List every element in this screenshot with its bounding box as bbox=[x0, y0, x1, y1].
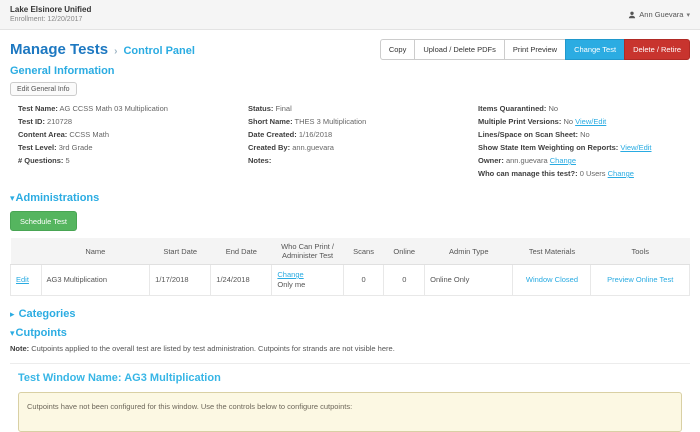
field-test-level: Test Level: 3rd Grade bbox=[18, 141, 248, 154]
breadcrumb-control-panel[interactable]: Control Panel bbox=[123, 45, 195, 57]
page-header: Manage Tests › Control Panel Copy Upload… bbox=[10, 39, 690, 60]
field-num-questions: # Questions: 5 bbox=[18, 154, 248, 167]
view-edit-weighting-link[interactable]: View/Edit bbox=[620, 143, 651, 152]
col-edit bbox=[11, 238, 42, 265]
administrations-section-toggle[interactable]: ▾Administrations bbox=[10, 192, 690, 204]
schedule-test-button[interactable]: Schedule Test bbox=[10, 211, 77, 231]
field-state-item-weighting: Show State Item Weighting on Reports: Vi… bbox=[478, 141, 690, 154]
field-date-created: Date Created: 1/16/2018 bbox=[248, 128, 478, 141]
col-who-can-print: Who Can Print / Administer Test bbox=[272, 238, 343, 265]
general-info-col2: Status: Final Short Name: THES 3 Multipl… bbox=[248, 102, 478, 180]
change-who-can-print-link[interactable]: Change bbox=[277, 270, 303, 279]
field-lines-space-scan-sheet: Lines/Space on Scan Sheet: No bbox=[478, 128, 690, 141]
administrations-table-header-row: Name Start Date End Date Who Can Print /… bbox=[11, 238, 690, 265]
breadcrumb: Manage Tests › Control Panel bbox=[10, 41, 195, 58]
district-info: Lake Elsinore Unified Enrollment: 12/20/… bbox=[10, 5, 91, 24]
administration-row: Edit AG3 Multiplication 1/17/2018 1/24/2… bbox=[11, 265, 690, 296]
field-status: Status: Final bbox=[248, 102, 478, 115]
administration-name: AG3 Multiplication bbox=[41, 265, 150, 296]
delete-retire-button[interactable]: Delete / Retire bbox=[624, 39, 690, 60]
field-notes: Notes: bbox=[248, 154, 478, 167]
col-admin-type: Admin Type bbox=[425, 238, 513, 265]
divider bbox=[10, 363, 690, 364]
administration-start-date: 1/17/2018 bbox=[150, 265, 211, 296]
col-start-date: Start Date bbox=[150, 238, 211, 265]
user-icon bbox=[628, 11, 636, 19]
field-who-can-manage: Who can manage this test?: 0 Users Chang… bbox=[478, 167, 690, 180]
general-information-heading: General Information bbox=[10, 65, 690, 77]
test-window-heading: Test Window Name: AG3 Multiplication bbox=[18, 372, 690, 384]
change-test-button[interactable]: Change Test bbox=[565, 39, 625, 60]
general-info-col1: Test Name: AG CCSS Math 03 Multiplicatio… bbox=[18, 102, 248, 180]
chevron-down-icon: ▾ bbox=[686, 11, 690, 19]
categories-section-toggle[interactable]: ▸ Categories bbox=[10, 308, 690, 320]
col-scans: Scans bbox=[343, 238, 384, 265]
cutpoints-note: Note: Cutpoints applied to the overall t… bbox=[10, 344, 690, 354]
upload-delete-pdfs-button[interactable]: Upload / Delete PDFs bbox=[414, 39, 505, 60]
test-actions-toolbar: Copy Upload / Delete PDFs Print Preview … bbox=[380, 39, 690, 60]
edit-general-info-button[interactable]: Edit General Info bbox=[10, 82, 77, 96]
caret-right-icon: ▸ bbox=[10, 309, 15, 319]
user-menu[interactable]: Ann Guevara ▾ bbox=[628, 10, 690, 19]
view-edit-print-versions-link[interactable]: View/Edit bbox=[575, 117, 606, 126]
test-window-panel: Test Window Name: AG3 Multiplication Cut… bbox=[10, 372, 690, 432]
change-owner-link[interactable]: Change bbox=[550, 156, 576, 165]
general-info-col3: Items Quarantined: No Multiple Print Ver… bbox=[478, 102, 690, 180]
copy-button[interactable]: Copy bbox=[380, 39, 416, 60]
cutpoints-section-toggle[interactable]: ▾Cutpoints bbox=[10, 327, 690, 339]
enrollment-date: Enrollment: 12/20/2017 bbox=[10, 15, 91, 24]
field-test-name: Test Name: AG CCSS Math 03 Multiplicatio… bbox=[18, 102, 248, 115]
admin-type: Online Only bbox=[425, 265, 513, 296]
cutpoints-warning-alert: Cutpoints have not been configured for t… bbox=[18, 392, 682, 432]
district-name: Lake Elsinore Unified bbox=[10, 5, 91, 15]
breadcrumb-manage-tests[interactable]: Manage Tests bbox=[10, 41, 108, 58]
scans-count: 0 bbox=[343, 265, 384, 296]
page: Lake Elsinore Unified Enrollment: 12/20/… bbox=[0, 0, 700, 432]
caret-down-icon: ▾ bbox=[10, 193, 15, 203]
preview-online-test-link[interactable]: Preview Online Test bbox=[607, 275, 673, 284]
top-bar: Lake Elsinore Unified Enrollment: 12/20/… bbox=[0, 0, 700, 30]
field-short-name: Short Name: THES 3 Multiplication bbox=[248, 115, 478, 128]
breadcrumb-separator-icon: › bbox=[114, 46, 117, 57]
field-items-quarantined: Items Quarantined: No bbox=[478, 102, 690, 115]
who-can-print-cell: ChangeOnly me bbox=[272, 265, 343, 296]
field-multiple-print-versions: Multiple Print Versions: No View/Edit bbox=[478, 115, 690, 128]
col-test-materials: Test Materials bbox=[513, 238, 591, 265]
change-managers-link[interactable]: Change bbox=[608, 169, 634, 178]
col-end-date: End Date bbox=[211, 238, 272, 265]
caret-down-icon: ▾ bbox=[10, 328, 15, 338]
general-info-grid: Test Name: AG CCSS Math 03 Multiplicatio… bbox=[10, 102, 690, 180]
user-name: Ann Guevara bbox=[639, 10, 683, 19]
field-created-by: Created By: ann.guevara bbox=[248, 141, 478, 154]
online-count: 0 bbox=[384, 265, 425, 296]
print-preview-button[interactable]: Print Preview bbox=[504, 39, 566, 60]
col-tools: Tools bbox=[591, 238, 690, 265]
field-owner: Owner: ann.guevara Change bbox=[478, 154, 690, 167]
edit-administration-link[interactable]: Edit bbox=[16, 275, 29, 284]
administration-end-date: 1/24/2018 bbox=[211, 265, 272, 296]
col-online: Online bbox=[384, 238, 425, 265]
col-name: Name bbox=[41, 238, 150, 265]
field-test-id: Test ID: 210728 bbox=[18, 115, 248, 128]
window-closed-link[interactable]: Window Closed bbox=[526, 275, 578, 284]
administrations-table: Name Start Date End Date Who Can Print /… bbox=[10, 238, 690, 296]
field-content-area: Content Area: CCSS Math bbox=[18, 128, 248, 141]
